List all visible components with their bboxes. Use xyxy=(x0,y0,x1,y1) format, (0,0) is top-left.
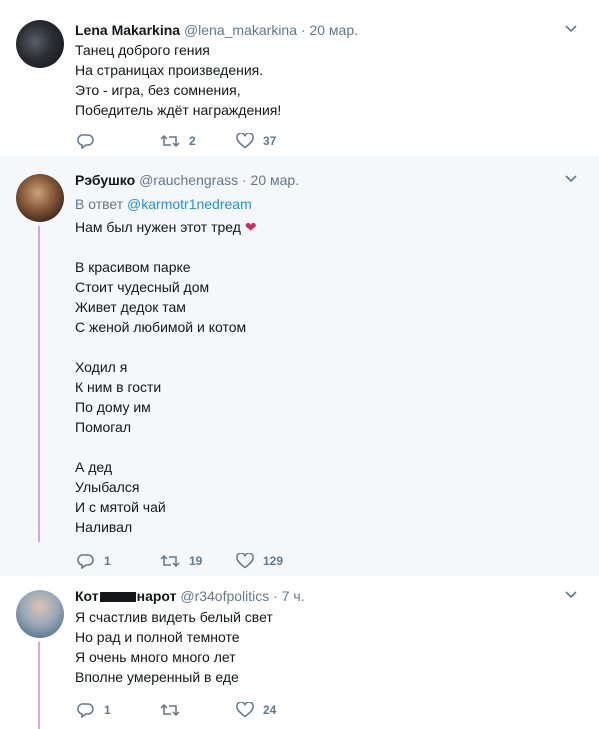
tweet-line: Это - игра, без сомнения, xyxy=(75,82,241,98)
author-name[interactable]: Lena Makarkina xyxy=(75,22,180,38)
like-button[interactable]: 24 xyxy=(236,700,276,720)
author-name-end: нарот xyxy=(136,588,177,604)
reply-icon xyxy=(77,134,94,149)
tweet-line: Стоит чудесный дом xyxy=(75,279,210,295)
redaction-bar xyxy=(99,592,136,603)
like-button[interactable]: 129 xyxy=(236,551,283,571)
tweet-line: Улыбался xyxy=(75,479,140,495)
retweet-icon xyxy=(160,134,180,148)
retweet-button[interactable] xyxy=(160,700,189,720)
tweet-line: К ним в гости xyxy=(75,379,162,395)
reply-to-label: В ответ xyxy=(75,196,124,212)
like-count: 24 xyxy=(263,703,277,717)
tweet-line: Победитель ждёт награждения! xyxy=(75,102,282,118)
tweet-line: Нам был нужен этот тред ❤ xyxy=(75,217,257,237)
reply-to: В ответ @karmotr1nedream xyxy=(75,195,252,213)
tweet-line: С женой любимой и котом xyxy=(75,319,247,335)
tweet-line xyxy=(75,237,257,257)
tweet-line: Но рад и полной темноте xyxy=(75,629,240,645)
tweet-line: И с мятой чай xyxy=(75,499,166,515)
reply-count: 1 xyxy=(104,703,111,717)
like-icon xyxy=(236,133,254,149)
thread-line xyxy=(38,226,40,542)
tweet-line: Наливал xyxy=(75,519,133,535)
tweet-first-line: Нам был нужен этот тред xyxy=(75,219,241,235)
reply-button[interactable]: 1 xyxy=(77,551,111,571)
tweet-text: Танец доброго гения На страницах произве… xyxy=(75,40,281,120)
retweet-count: 19 xyxy=(189,554,203,568)
tweet-text: Я счастлив видеть белый свет Но рад и по… xyxy=(75,607,273,687)
reply-to-handle[interactable]: @karmotr1nedream xyxy=(127,196,252,212)
tweet-line: Танец доброго гения xyxy=(75,42,210,58)
author-handle-time[interactable]: @r34ofpolitics · 7 ч. xyxy=(180,588,304,604)
author-name[interactable]: Кот нарот xyxy=(75,588,176,604)
tweet-header: Lena Makarkina @lena_makarkina · 20 мар. xyxy=(75,21,358,39)
tweet-header: Кот нарот @r34ofpolitics · 7 ч. xyxy=(75,587,305,605)
retweet-button[interactable]: 19 xyxy=(160,551,202,571)
chevron-down-icon[interactable] xyxy=(565,591,577,601)
tweet-line: По дому им xyxy=(75,399,151,415)
tweet-line xyxy=(75,337,257,357)
author-handle-time[interactable]: @lena_makarkina · 20 мар. xyxy=(184,22,358,38)
tweet-line: Я очень много много лет xyxy=(75,649,236,665)
retweet-button[interactable]: 2 xyxy=(160,131,196,151)
tweet-line: А дед xyxy=(75,459,113,475)
reply-icon xyxy=(77,554,94,569)
like-icon xyxy=(236,553,254,569)
tweet-line: На страницах произведения. xyxy=(75,62,264,78)
like-count: 129 xyxy=(263,554,284,568)
tweet-line: В красивом парке xyxy=(75,259,191,275)
author-name[interactable]: Рэбушко xyxy=(75,172,135,188)
avatar[interactable] xyxy=(16,174,64,222)
thread-line xyxy=(38,642,40,729)
red-heart-emoji: ❤ xyxy=(244,219,257,235)
retweet-count: 2 xyxy=(189,134,196,148)
reply-button[interactable]: 1 xyxy=(77,700,111,720)
author-handle-time[interactable]: @rauchengrass · 20 мар. xyxy=(139,172,299,188)
avatar[interactable] xyxy=(16,20,64,68)
retweet-icon xyxy=(160,554,180,568)
tweet-text: Нам был нужен этот тред ❤ В красивом пар… xyxy=(75,217,257,537)
tweet-line: Вполне умеренный в еде xyxy=(75,669,239,685)
tweet-line: Ходил я xyxy=(75,359,128,375)
like-button[interactable]: 37 xyxy=(236,131,276,151)
author-name-start: Кот xyxy=(75,588,99,604)
tweet-header: Рэбушко @rauchengrass · 20 мар. xyxy=(75,171,299,189)
tweet-line: Помогал xyxy=(75,419,132,435)
tweet-line: Я счастлив видеть белый свет xyxy=(75,609,273,625)
like-icon xyxy=(236,702,254,718)
retweet-icon xyxy=(160,703,180,717)
reply-button[interactable] xyxy=(77,131,104,151)
chevron-down-icon[interactable] xyxy=(565,25,577,35)
avatar[interactable] xyxy=(16,590,64,638)
like-count: 37 xyxy=(263,134,277,148)
reply-count: 1 xyxy=(104,554,111,568)
tweet-line xyxy=(75,437,257,457)
chevron-down-icon[interactable] xyxy=(565,175,577,185)
reply-icon xyxy=(77,703,94,718)
tweet-line: Живет дедок там xyxy=(75,299,186,315)
